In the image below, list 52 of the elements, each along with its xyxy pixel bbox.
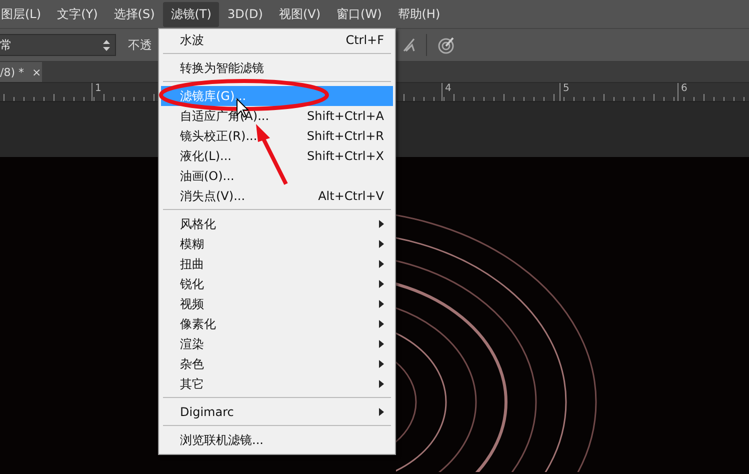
- menu-item[interactable]: 油画(O)...: [161, 166, 393, 186]
- brush-icon[interactable]: [402, 37, 416, 53]
- submenu-arrow-icon: [379, 380, 384, 388]
- ruler-label: 5: [563, 83, 570, 94]
- menu-item[interactable]: 视图(V): [270, 2, 329, 26]
- updown-icon: [103, 40, 110, 50]
- shortcut-label: Ctrl+F: [346, 33, 384, 47]
- submenu-arrow-icon: [379, 340, 384, 348]
- menu-item[interactable]: 风格化: [161, 214, 393, 234]
- menu-item[interactable]: 选择(S): [106, 2, 163, 26]
- mode-select[interactable]: 常: [0, 34, 116, 56]
- menu-item[interactable]: 3D(D): [219, 3, 271, 25]
- document-tab[interactable]: /8) * ×: [0, 62, 42, 82]
- menu-item[interactable]: 文字(Y): [49, 2, 106, 26]
- menu-item[interactable]: 杂色: [161, 354, 393, 374]
- opacity-label: 不透: [128, 36, 153, 54]
- menu-item[interactable]: 视频: [161, 294, 393, 314]
- ruler-label: 6: [681, 83, 688, 94]
- menu-item[interactable]: 浏览联机滤镜...: [161, 430, 393, 450]
- submenu-arrow-icon: [379, 280, 384, 288]
- target-brush-icon[interactable]: [437, 36, 455, 54]
- menu-item[interactable]: 镜头校正(R)... Shift+Ctrl+R: [161, 126, 393, 146]
- menu-item[interactable]: 其它: [161, 374, 393, 394]
- menu-item[interactable]: 帮助(H): [390, 2, 448, 26]
- pointer-arrow: [256, 124, 288, 185]
- ruler-label: 1: [95, 83, 102, 94]
- submenu-arrow-icon: [379, 260, 384, 268]
- menu-item[interactable]: 模糊: [161, 234, 393, 254]
- ruler-label: 4: [445, 83, 452, 94]
- menu-item[interactable]: 图层(L): [0, 2, 50, 26]
- shortcut-label: Shift+Ctrl+A: [307, 109, 384, 123]
- menu-item[interactable]: 滤镜(T): [162, 2, 220, 26]
- submenu-arrow-icon: [379, 240, 384, 248]
- menu-item[interactable]: 渲染: [161, 334, 393, 354]
- submenu-arrow-icon: [379, 300, 384, 308]
- menu-item[interactable]: 转换为智能滤镜: [161, 58, 393, 78]
- menu-item[interactable]: 窗口(W): [328, 2, 390, 26]
- shortcut-label: Shift+Ctrl+X: [307, 149, 384, 163]
- menu-item[interactable]: 扭曲: [161, 254, 393, 274]
- submenu-arrow-icon: [379, 408, 384, 416]
- menu-item[interactable]: 消失点(V)... Alt+Ctrl+V: [161, 186, 393, 206]
- submenu-arrow-icon: [379, 220, 384, 228]
- close-icon[interactable]: ×: [32, 66, 42, 78]
- menu-item[interactable]: 锐化: [161, 274, 393, 294]
- shortcut-label: Shift+Ctrl+R: [306, 129, 384, 143]
- shortcut-label: Alt+Ctrl+V: [318, 189, 384, 203]
- submenu-arrow-icon: [379, 320, 384, 328]
- menu-item[interactable]: 像素化: [161, 314, 393, 334]
- menu-item[interactable]: 液化(L)... Shift+Ctrl+X: [161, 146, 393, 166]
- menu-item[interactable]: 水波 Ctrl+F: [161, 30, 393, 50]
- menu-item[interactable]: Digimarc: [161, 402, 393, 422]
- submenu-arrow-icon: [379, 360, 384, 368]
